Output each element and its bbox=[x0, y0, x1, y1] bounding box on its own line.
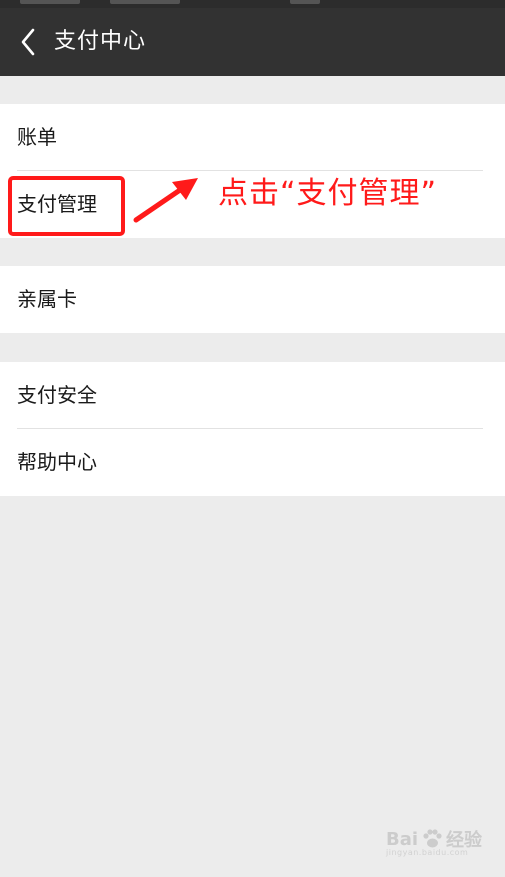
menu-item-label: 支付安全 bbox=[17, 383, 97, 407]
menu-item-payment-security[interactable]: 支付安全 bbox=[0, 362, 505, 429]
chevron-left-icon bbox=[21, 28, 35, 56]
menu-group-2: 亲属卡 bbox=[0, 266, 505, 333]
menu-item-label: 账单 bbox=[17, 125, 57, 149]
page-title: 支付中心 bbox=[54, 29, 147, 54]
menu-item-label: 亲属卡 bbox=[17, 287, 77, 311]
watermark-url: jingyan.baidu.com bbox=[386, 848, 469, 857]
back-button[interactable] bbox=[10, 22, 46, 62]
watermark-brand-left: Bai bbox=[386, 828, 419, 850]
annotation-text: 点击“支付管理” bbox=[218, 176, 438, 211]
menu-item-family-card[interactable]: 亲属卡 bbox=[0, 266, 505, 333]
nav-header: 支付中心 bbox=[0, 8, 505, 76]
menu-item-bill[interactable]: 账单 bbox=[0, 104, 505, 171]
arrow-icon bbox=[133, 178, 198, 223]
status-bar bbox=[0, 0, 505, 8]
highlight-box bbox=[8, 176, 125, 236]
menu-item-help-center[interactable]: 帮助中心 bbox=[0, 429, 505, 496]
baidu-paw-icon bbox=[423, 829, 442, 848]
watermark: Bai 经验 jingyan.baidu.com bbox=[386, 826, 482, 858]
menu-group-3: 支付安全 帮助中心 bbox=[0, 362, 505, 496]
menu-item-label: 帮助中心 bbox=[17, 450, 97, 474]
